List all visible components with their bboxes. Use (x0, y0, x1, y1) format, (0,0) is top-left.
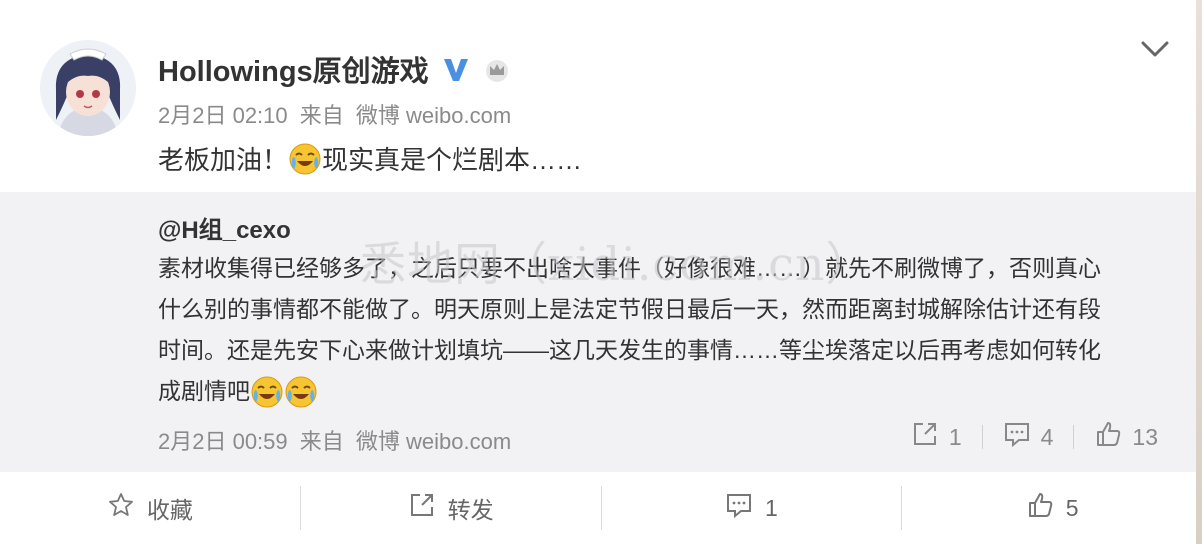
author-row: Hollowings原创游戏 (158, 50, 511, 88)
star-icon (107, 491, 135, 525)
avatar[interactable] (40, 40, 136, 136)
like-count: 5 (1065, 494, 1079, 521)
share-icon (408, 491, 436, 525)
repost-meta: 2月2日 00:59 来自 微博 weibo.com (158, 424, 517, 456)
divider (1073, 425, 1075, 449)
thumbs-up-icon (1026, 491, 1054, 525)
repost-source[interactable]: 微博 weibo.com (356, 429, 511, 454)
crown-icon[interactable] (483, 55, 511, 83)
post-text: 老板加油！ 现实真是个烂剧本…… (158, 140, 582, 177)
repost-text-line: 时间。还是先安下心来做计划填坑——这几天发生的事情……等尘埃落定以后再考虑如何转… (158, 337, 1101, 363)
thumbs-up-icon (1094, 420, 1122, 454)
repost-from: 来自 (299, 429, 344, 454)
post-from: 来自 (299, 103, 344, 128)
laugh-cry-emoji-icon (288, 142, 322, 176)
repost-text-line-last: 成剧情吧 (158, 371, 1148, 412)
repost-text-line: 素材收集得已经够多了，之后只要不出啥大事件（好像很难……）就先不刷微博了，否则真… (158, 255, 1101, 281)
post-source[interactable]: 微博 weibo.com (356, 103, 511, 128)
repost-date[interactable]: 2月2日 00:59 (158, 429, 288, 454)
comment-button[interactable]: 1 (602, 486, 903, 530)
page-edge (1196, 0, 1202, 544)
repost-author[interactable]: @H组_cexo (158, 210, 291, 245)
laugh-cry-emoji-icon (250, 375, 284, 409)
divider (981, 425, 983, 449)
like-button[interactable]: 5 (902, 486, 1202, 530)
chevron-down-icon[interactable] (1140, 38, 1170, 60)
comment-count: 1 (764, 494, 778, 521)
repost-comment-count: 4 (1040, 423, 1054, 450)
post-date[interactable]: 2月2日 02:10 (158, 103, 288, 128)
comment-icon (1003, 420, 1031, 454)
repost-actions: 1 4 13 (911, 420, 1158, 454)
repost-share-count: 1 (948, 423, 962, 450)
laugh-cry-emoji-icon (284, 375, 318, 409)
favorite-label: 收藏 (146, 497, 193, 523)
repost-label: 转发 (447, 497, 494, 523)
post-text-part2: 现实真是个烂剧本…… (322, 145, 583, 175)
repost-text-line: 什么别的事情都不能做了。明天原则上是法定节假日最后一天，然而距离封城解除估计还有… (158, 296, 1101, 322)
post-text-part1: 老板加油！ (158, 145, 289, 175)
post-meta: 2月2日 02:10 来自 微博 weibo.com (158, 98, 517, 130)
bottom-action-bar: 收藏 转发 1 5 (0, 472, 1202, 544)
repost-comment-button[interactable]: 4 (1003, 420, 1054, 454)
repost-like-count: 13 (1132, 423, 1158, 450)
comment-icon (725, 491, 753, 525)
repost-share-button[interactable]: 1 (911, 420, 962, 454)
repost-text-line4: 成剧情吧 (158, 378, 250, 404)
repost-like-button[interactable]: 13 (1094, 420, 1158, 454)
repost-text: 素材收集得已经够多了，之后只要不出啥大事件（好像很难……）就先不刷微博了，否则真… (158, 248, 1148, 412)
repost-button[interactable]: 转发 (301, 486, 602, 530)
verified-v-icon (441, 54, 471, 84)
favorite-button[interactable]: 收藏 (0, 486, 301, 530)
repost-card[interactable]: @H组_cexo 素材收集得已经够多了，之后只要不出啥大事件（好像很难……）就先… (0, 192, 1202, 472)
share-icon (911, 420, 939, 454)
author-name[interactable]: Hollowings原创游戏 (158, 48, 429, 90)
